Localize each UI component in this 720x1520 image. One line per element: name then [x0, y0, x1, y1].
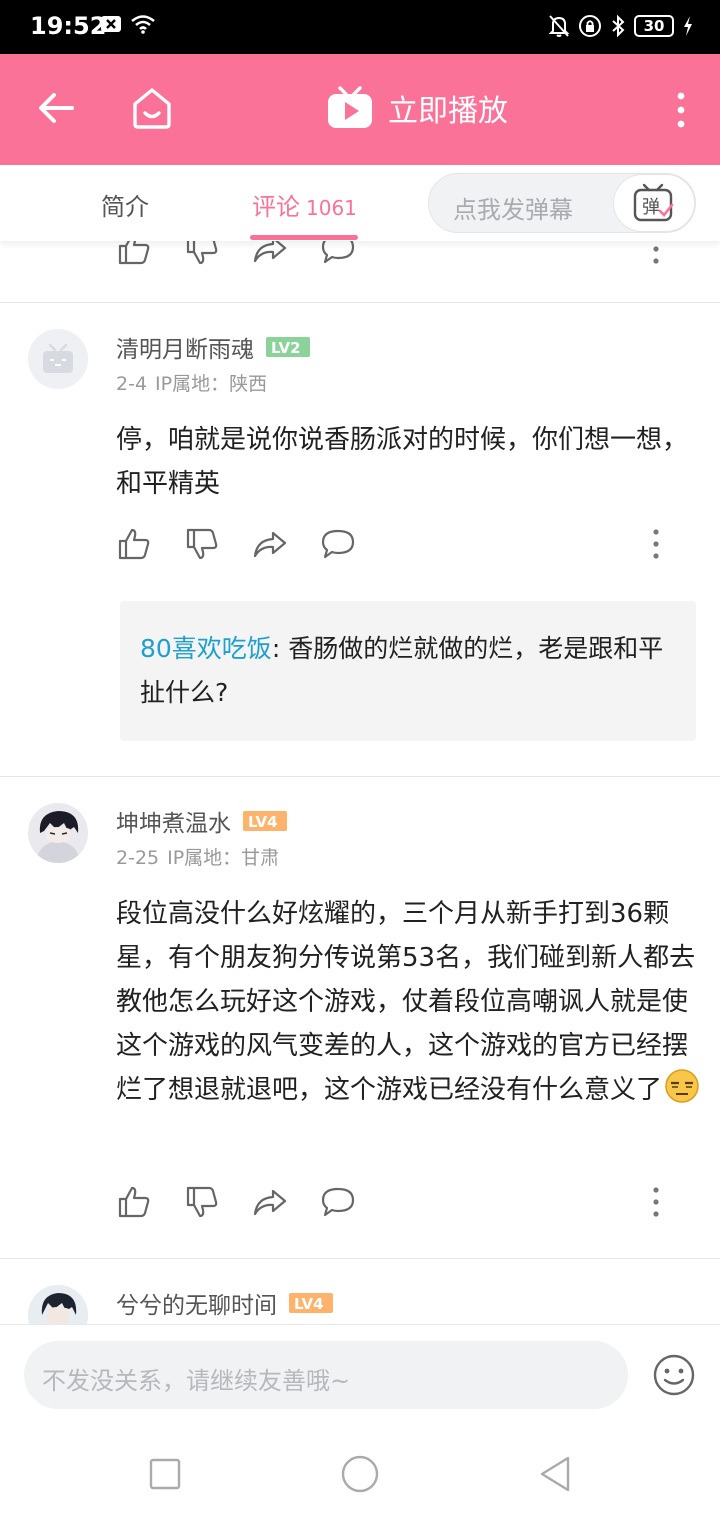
like-icon[interactable]: [116, 241, 152, 267]
lock-rotation-icon: [579, 15, 601, 37]
divider: [0, 1258, 720, 1259]
like-icon[interactable]: [116, 1184, 152, 1220]
comment-meta: 2-4 IP属地：陕西: [116, 369, 267, 396]
share-icon[interactable]: [252, 1184, 288, 1220]
back-arrow-icon[interactable]: [36, 88, 76, 128]
reply-icon[interactable]: [320, 1184, 356, 1220]
danmaku-tv-icon: 弹: [633, 183, 674, 222]
user-avatar-image: [28, 1285, 88, 1324]
comment-text: 段位高没什么好炫耀的，三个月从新手打到36颗星，有个朋友狗分传说第53名，我们碰…: [116, 892, 700, 1112]
level-badge-lv4: LV4: [243, 811, 287, 831]
danmaku-toggle-button[interactable]: 弹: [613, 174, 695, 232]
play-tv-icon: [328, 86, 372, 128]
svg-text:LV4: LV4: [294, 1295, 324, 1313]
username-text: 清明月断雨魂: [116, 337, 254, 363]
wifi-icon: [131, 15, 155, 34]
danmaku-input[interactable]: 点我发弹幕 弹: [428, 173, 696, 233]
avatar[interactable]: [28, 329, 88, 389]
emoji-icon[interactable]: [652, 1353, 696, 1397]
user-avatar-image: [28, 803, 88, 863]
comment-username[interactable]: 坤坤煮温水 LV4: [116, 804, 287, 838]
tab-comments-label: 评论: [252, 193, 300, 221]
share-icon[interactable]: [252, 526, 288, 562]
back-triangle-icon[interactable]: [536, 1454, 576, 1494]
comment-ip: IP属地：甘肃: [167, 847, 280, 869]
comment-text-content: 段位高没什么好炫耀的，三个月从新手打到36颗星，有个朋友狗分传说第53名，我们碰…: [116, 899, 696, 1105]
comment-actions-prev: [116, 241, 388, 267]
comment-ip: IP属地：陕西: [155, 373, 268, 395]
tab-intro[interactable]: 简介: [101, 187, 149, 222]
svg-text:LV4: LV4: [248, 813, 278, 831]
default-tv-avatar-icon: [43, 343, 73, 373]
comment-username[interactable]: 清明月断雨魂 LV2: [116, 330, 310, 364]
battery-level: 30: [643, 17, 665, 35]
comment-text: 停，咱就是说你说香肠派对的时候，你们想一想，和平精英: [116, 425, 689, 499]
dislike-icon[interactable]: [184, 241, 220, 267]
danmaku-placeholder: 点我发弹幕: [453, 196, 573, 224]
comment-actions: [116, 1184, 388, 1220]
dislike-icon[interactable]: [184, 1184, 220, 1220]
username-text: 坤坤煮温水: [116, 811, 231, 837]
reply-icon[interactable]: [320, 526, 356, 562]
tab-bar: 简介 评论 1061 点我发弹幕 弹: [0, 165, 720, 241]
level-badge-lv2: LV2: [266, 337, 310, 357]
play-now-button[interactable]: 立即播放: [326, 86, 508, 130]
status-time: 19:52: [30, 12, 107, 40]
reply-text: 80喜欢吃饭: 香肠做的烂就做的烂，老是跟和平扯什么?: [140, 627, 676, 715]
level-badge-lv4: LV4: [289, 1293, 333, 1313]
danmaku-button-label: 弹: [642, 197, 660, 218]
play-now-label: 立即播放: [388, 94, 508, 129]
comment-input-bar: 不发没关系，请继续友善哦~: [0, 1324, 720, 1428]
comment-more-icon[interactable]: [648, 1184, 664, 1220]
like-icon[interactable]: [116, 526, 152, 562]
comment-date: 2-25: [116, 847, 160, 869]
avatar[interactable]: [28, 803, 88, 863]
reply-icon[interactable]: [320, 241, 356, 267]
comment-meta: 2-25 IP属地：甘肃: [116, 843, 279, 870]
share-icon[interactable]: [252, 241, 288, 267]
comment-count: 1061: [306, 196, 357, 220]
home-circle-icon[interactable]: [340, 1454, 380, 1494]
comment-list[interactable]: 清明月断雨魂 LV2 2-4 IP属地：陕西 停，咱就是说你说香肠派对的时候，你们…: [0, 241, 720, 1324]
comment-input[interactable]: 不发没关系，请继续友善哦~: [24, 1341, 628, 1409]
app-bar: 立即播放: [0, 54, 720, 165]
status-bar: 19:52 30: [0, 0, 720, 54]
tab-comments[interactable]: 评论 1061: [252, 187, 357, 222]
charging-icon: [684, 16, 692, 36]
comment-input-placeholder: 不发没关系，请继续友善哦~: [42, 1367, 351, 1395]
recents-square-icon[interactable]: [145, 1454, 185, 1494]
reply-username[interactable]: 80喜欢吃饭: [140, 634, 272, 663]
squint-face-emoji-icon: [665, 1069, 699, 1103]
bell-off-icon: [548, 15, 570, 37]
reply-separator: :: [271, 634, 281, 663]
more-vertical-icon[interactable]: [670, 90, 692, 130]
home-tv-icon[interactable]: [130, 86, 174, 130]
dislike-icon[interactable]: [184, 526, 220, 562]
battery-icon: 30: [634, 15, 674, 37]
comment-more-icon[interactable]: [648, 526, 664, 562]
reply-preview[interactable]: 80喜欢吃饭: 香肠做的烂就做的烂，老是跟和平扯什么?: [120, 601, 696, 741]
comment-actions: [116, 526, 388, 562]
system-nav-bar: [0, 1428, 720, 1520]
comment-date: 2-4: [116, 373, 148, 395]
avatar[interactable]: [28, 1285, 88, 1324]
active-tab-indicator: [250, 235, 358, 240]
comment-more-icon[interactable]: [648, 241, 664, 267]
username-text: 兮兮的无聊时间: [116, 1293, 277, 1319]
comment-username[interactable]: 兮兮的无聊时间 LV4: [116, 1286, 333, 1320]
divider: [0, 776, 720, 777]
svg-text:LV2: LV2: [271, 339, 301, 357]
bluetooth-icon: [612, 14, 625, 38]
close-box-icon: [101, 16, 121, 32]
divider: [0, 302, 720, 303]
